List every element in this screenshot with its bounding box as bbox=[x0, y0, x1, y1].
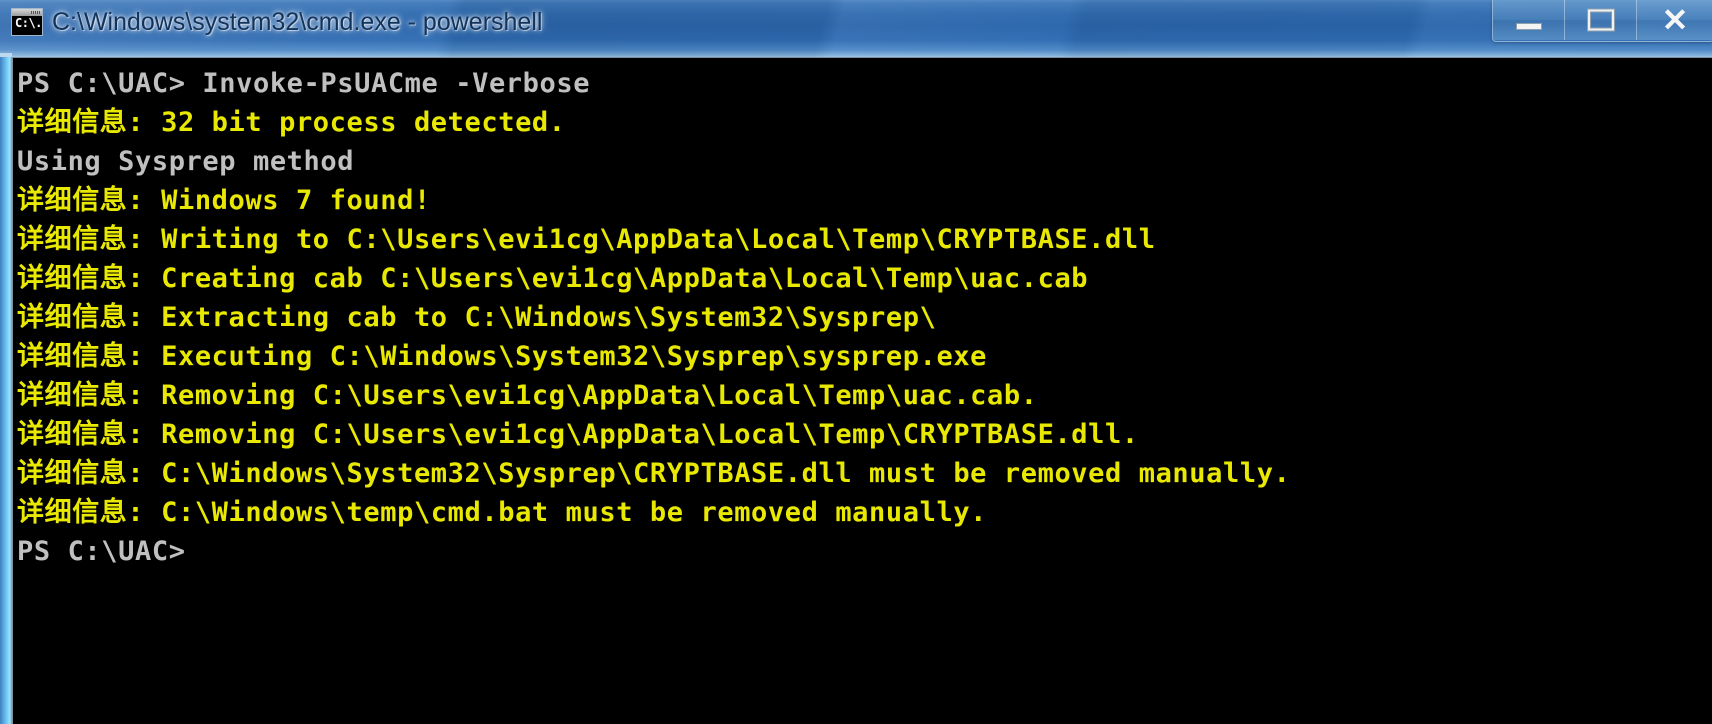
maximize-button[interactable] bbox=[1565, 0, 1637, 40]
minimize-icon bbox=[1515, 23, 1542, 31]
console-line: PS C:\UAC> Invoke-PsUACme -Verbose bbox=[17, 68, 591, 99]
window-title: C:\Windows\system32\cmd.exe - powershell bbox=[52, 8, 543, 36]
caption-button-group: ✕ bbox=[1492, 0, 1712, 42]
window-left-edge bbox=[0, 57, 12, 724]
console-line: 详细信息: Windows 7 found! bbox=[17, 185, 431, 216]
console-line: 详细信息: C:\Windows\temp\cmd.bat must be re… bbox=[17, 497, 988, 528]
cmd-icon-prompt-glyph: C:\. bbox=[15, 16, 42, 30]
maximize-icon bbox=[1587, 9, 1614, 31]
console-line: 详细信息: Removing C:\Users\evi1cg\AppData\L… bbox=[17, 419, 1139, 450]
console-text-buffer[interactable]: PS C:\UAC> Invoke-PsUACme -Verbose 详细信息: … bbox=[13, 58, 1712, 724]
close-icon: ✕ bbox=[1661, 2, 1689, 38]
cmd-icon-titlestrip bbox=[12, 9, 42, 16]
console-line: 详细信息: Creating cab C:\Users\evi1cg\AppDa… bbox=[17, 263, 1089, 294]
console-line: 详细信息: Writing to C:\Users\evi1cg\AppData… bbox=[17, 224, 1156, 255]
console-line: Using Sysprep method bbox=[17, 146, 355, 177]
console-line: 详细信息: Removing C:\Users\evi1cg\AppData\L… bbox=[17, 380, 1038, 411]
console-line: 详细信息: Executing C:\Windows\System32\Sysp… bbox=[17, 341, 988, 372]
console-line: 详细信息: C:\Windows\System32\Sysprep\CRYPTB… bbox=[17, 458, 1291, 489]
minimize-button[interactable] bbox=[1493, 0, 1565, 40]
window-titlebar[interactable]: C:\. C:\Windows\system32\cmd.exe - power… bbox=[0, 0, 1712, 58]
console-line: PS C:\UAC> bbox=[17, 536, 186, 567]
console-window: C:\. C:\Windows\system32\cmd.exe - power… bbox=[0, 0, 1712, 724]
close-button[interactable]: ✕ bbox=[1637, 0, 1712, 40]
console-line: 详细信息: 32 bit process detected. bbox=[17, 107, 566, 138]
console-line: 详细信息: Extracting cab to C:\Windows\Syste… bbox=[17, 302, 937, 333]
console-client-area[interactable]: PS C:\UAC> Invoke-PsUACme -Verbose 详细信息: … bbox=[12, 57, 1712, 724]
cmd-console-icon: C:\. bbox=[11, 8, 43, 36]
